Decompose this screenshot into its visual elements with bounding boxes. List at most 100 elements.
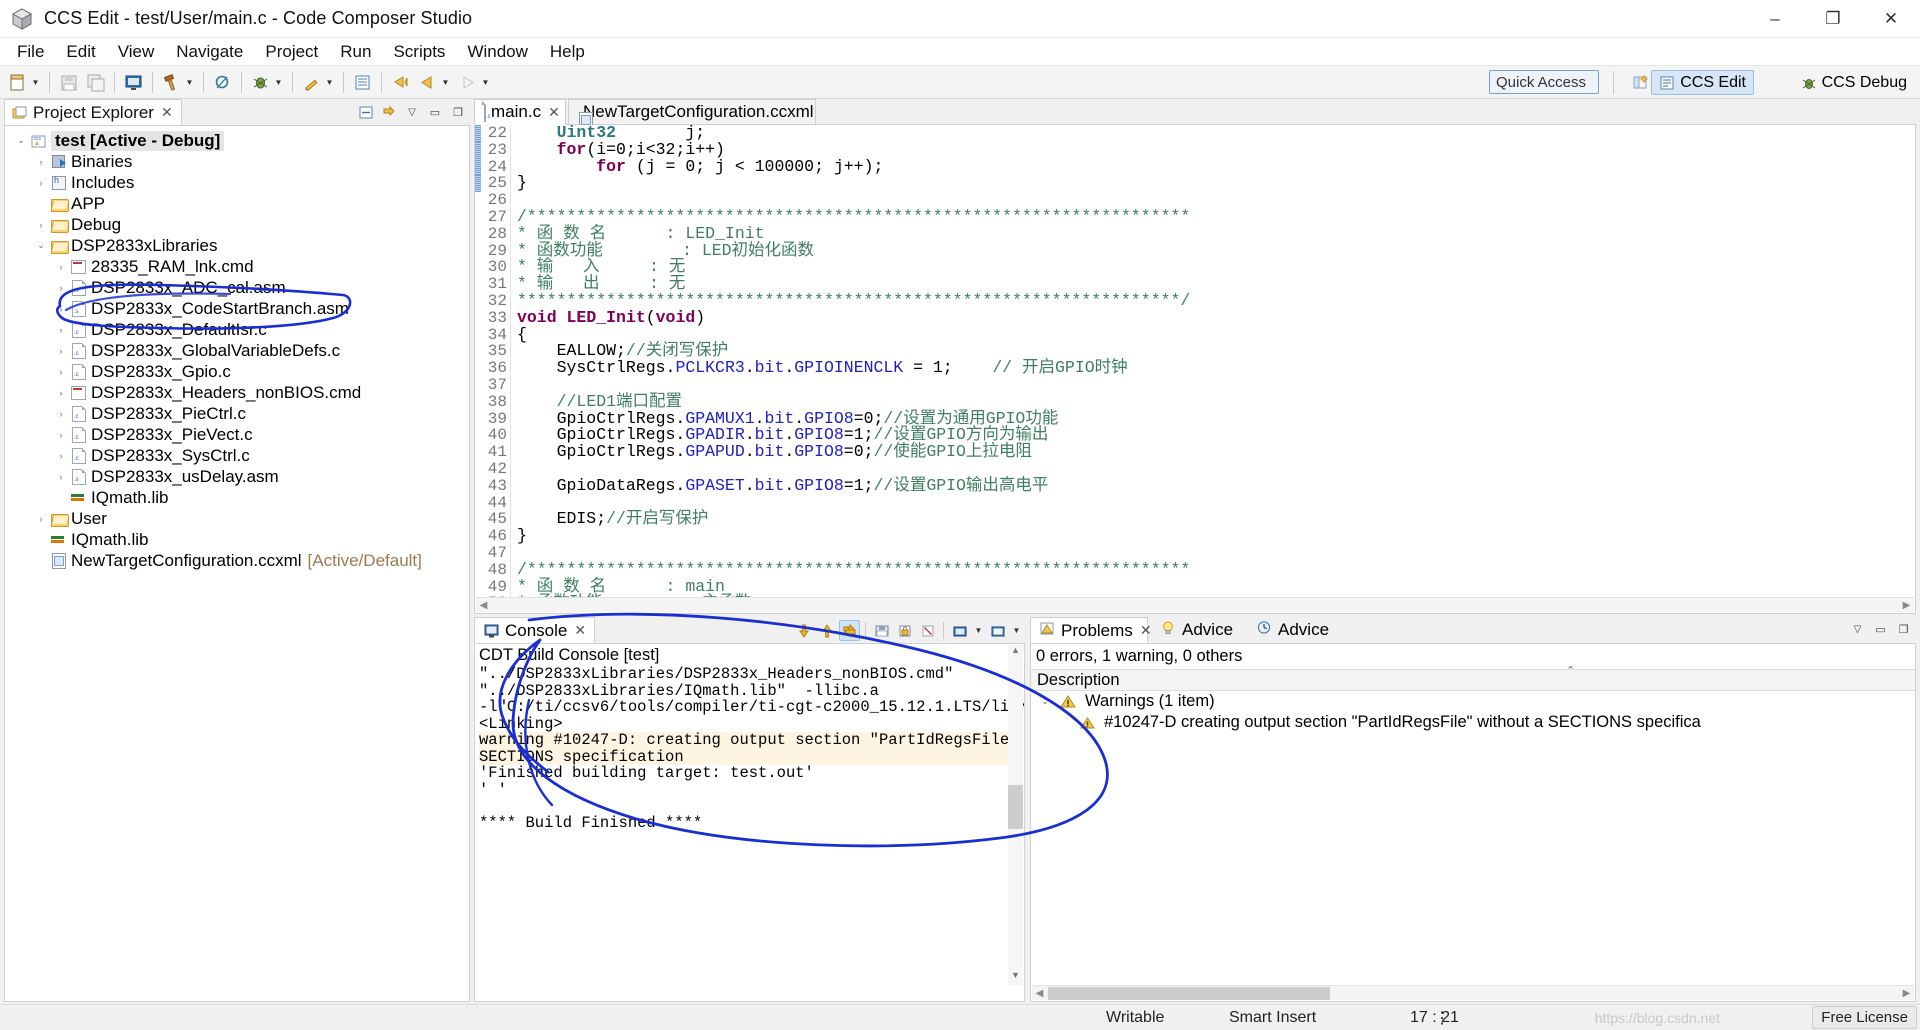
tree-item-dsp2833x-defaultisr-c[interactable]: › .c DSP2833x_DefaultIsr.c xyxy=(5,319,469,340)
code-line[interactable]: 37 xyxy=(475,377,1915,394)
chevron-down-icon[interactable]: ▼ xyxy=(439,71,452,94)
editor-tab-newtargetconfiguration-ccxml[interactable]: NewTargetConfiguration.ccxml xyxy=(568,99,816,125)
close-icon[interactable]: ✕ xyxy=(574,622,586,639)
search-button[interactable] xyxy=(209,69,236,96)
chevron-right-icon[interactable]: › xyxy=(53,409,69,419)
menu-run[interactable]: Run xyxy=(329,39,382,65)
collapse-all-icon[interactable] xyxy=(356,102,376,122)
forward-button[interactable]: ▼ xyxy=(454,69,494,96)
problems-tab-advice[interactable]: Advice xyxy=(1248,617,1340,643)
code-line[interactable]: 46} xyxy=(475,527,1915,545)
tree-item-binaries[interactable]: › Binaries xyxy=(5,151,469,172)
chevron-down-icon[interactable]: ▼ xyxy=(479,71,492,94)
close-icon[interactable]: ✕ xyxy=(1140,622,1152,639)
scroll-left-icon[interactable]: ◀ xyxy=(1032,988,1047,999)
perspective-ccs-edit[interactable]: CCS Edit xyxy=(1651,70,1754,95)
tree-item-newtargetconfiguration-ccxml[interactable]: NewTargetConfiguration.ccxml [Active/Defa… xyxy=(5,550,469,571)
maximize-icon[interactable]: ❐ xyxy=(448,102,468,122)
save-console-icon[interactable] xyxy=(871,620,892,641)
minimize-button[interactable]: – xyxy=(1746,0,1804,38)
chevron-right-icon[interactable]: › xyxy=(53,472,69,482)
chevron-down-icon[interactable]: ⌄ xyxy=(13,135,29,146)
problems-tab-problems[interactable]: Problems ✕ xyxy=(1030,617,1152,643)
menu-window[interactable]: Window xyxy=(456,39,538,65)
code-line[interactable]: 30 * 输 入 : 无 xyxy=(475,258,1915,277)
problems-body[interactable]: 0 errors, 1 warning, 0 others Descriptio… xyxy=(1030,643,1916,1002)
chevron-right-icon[interactable]: › xyxy=(53,451,69,461)
display-selected-console-icon[interactable] xyxy=(949,620,970,641)
tree-item-iqmath-lib[interactable]: IQmath.lib xyxy=(5,487,469,508)
next-annotation-button[interactable] xyxy=(387,69,414,96)
maximize-icon[interactable]: ❐ xyxy=(1893,619,1914,640)
chevron-right-icon[interactable]: › xyxy=(53,367,69,377)
menu-project[interactable]: Project xyxy=(254,39,329,65)
scroll-left-icon[interactable]: ◀ xyxy=(476,600,491,611)
code-line[interactable]: 33 void LED_Init(void) xyxy=(475,309,1915,327)
chevron-right-icon[interactable]: › xyxy=(53,430,69,440)
debug-button[interactable]: ▼ xyxy=(247,69,287,96)
link-editor-icon[interactable] xyxy=(379,102,399,122)
chevron-right-icon[interactable]: › xyxy=(53,262,69,272)
source-code[interactable]: 22 Uint32 j; 23 for(i=0;i<32;i++) 24 for (… xyxy=(475,125,1915,613)
chevron-right-icon[interactable]: › xyxy=(33,157,49,167)
chevron-down-icon[interactable]: ▼ xyxy=(183,71,196,94)
editor-body[interactable]: 22 Uint32 j; 23 for(i=0;i<32;i++) 24 for (… xyxy=(474,125,1916,614)
chevron-down-icon[interactable]: ⌄ xyxy=(33,240,49,251)
tree-item-test-active-debug[interactable]: ⌄ ccs test [Active - Debug] xyxy=(5,130,469,151)
chevron-right-icon[interactable]: › xyxy=(53,325,69,335)
menu-file[interactable]: File xyxy=(6,39,55,65)
chevron-down-icon[interactable]: ▼ xyxy=(1010,619,1023,642)
menu-navigate[interactable]: Navigate xyxy=(165,39,254,65)
code-line[interactable]: 45 EDIS;//开启写保护 xyxy=(475,510,1915,529)
chevron-right-icon[interactable]: › xyxy=(53,304,69,314)
minimize-icon[interactable]: ▭ xyxy=(1870,619,1891,640)
chevron-right-icon[interactable]: › xyxy=(33,220,49,230)
chevron-right-icon[interactable]: › xyxy=(33,514,49,524)
tree-item-dsp2833x-globalvariabledefs-c[interactable]: › .c DSP2833x_GlobalVariableDefs.c xyxy=(5,340,469,361)
tree-item-iqmath-lib[interactable]: IQmath.lib xyxy=(5,529,469,550)
pin-console-icon[interactable] xyxy=(894,620,915,641)
quick-access-field[interactable]: Quick Access xyxy=(1489,70,1599,94)
tree-item-dsp2833x-codestartbranch-asm[interactable]: › .s DSP2833x_CodeStartBranch.asm xyxy=(5,298,469,319)
tree-item-user[interactable]: › User xyxy=(5,508,469,529)
code-line[interactable]: 36 SysCtrlRegs.PCLKCR3.bit.GPIOINENCLK =… xyxy=(475,359,1915,377)
view-menu-icon[interactable]: ▽ xyxy=(402,102,422,122)
chevron-right-icon[interactable]: › xyxy=(33,178,49,188)
tab-console[interactable]: Console ✕ xyxy=(474,617,596,643)
tree-item-debug[interactable]: › Debug xyxy=(5,214,469,235)
license-badge[interactable]: Free License xyxy=(1812,1006,1917,1029)
tree-item-dsp2833x-gpio-c[interactable]: › .c DSP2833x_Gpio.c xyxy=(5,361,469,382)
tree-item-dsp2833x-usdelay-asm[interactable]: › .s DSP2833x_usDelay.asm xyxy=(5,466,469,487)
code-line[interactable]: 25} xyxy=(475,175,1915,193)
new-file-button[interactable]: ▼ xyxy=(4,69,44,96)
chevron-down-icon[interactable]: ▼ xyxy=(972,619,985,642)
chevron-down-icon[interactable]: ▼ xyxy=(323,71,336,94)
menu-view[interactable]: View xyxy=(107,39,166,65)
scroll-down-icon[interactable]: ▼ xyxy=(1008,970,1023,985)
scroll-right-icon[interactable]: ▶ xyxy=(1899,988,1914,999)
outline-button[interactable] xyxy=(349,69,376,96)
tree-item-app[interactable]: APP xyxy=(5,193,469,214)
problems-horizontal-scrollbar[interactable]: ◀ ▶ xyxy=(1032,985,1914,1000)
editor-horizontal-scrollbar[interactable]: ◀ ▶ xyxy=(476,597,1914,612)
code-line[interactable]: 43 GpioDataRegs.GPASET.bit.GPIO8=1;//设置G… xyxy=(475,477,1915,495)
console-button[interactable] xyxy=(120,69,147,96)
close-icon[interactable]: ✕ xyxy=(548,104,560,121)
open-console-icon[interactable] xyxy=(987,620,1008,641)
tree-item-dsp2833x-adc-cal-asm[interactable]: › .s DSP2833x_ADC_cal.asm xyxy=(5,277,469,298)
scroll-lock-icon[interactable] xyxy=(839,620,860,641)
problems-row[interactable]: #10247-D creating output section "PartId… xyxy=(1031,712,1915,733)
chevron-right-icon[interactable]: › xyxy=(53,283,69,293)
problems-row[interactable]: ⌄ Warnings (1 item) xyxy=(1031,691,1915,712)
code-line[interactable]: 41 GpioCtrlRegs.GPAPUD.bit.GPIO8=0;//使能G… xyxy=(475,443,1915,461)
console-output[interactable]: "../DSP2833xLibraries/DSP2833x_Headers_n… xyxy=(475,666,1024,833)
tree-item-dsp2833x-sysctrl-c[interactable]: › .c DSP2833x_SysCtrl.c xyxy=(5,445,469,466)
perspective-ccs-debug[interactable]: CCS Debug xyxy=(1794,70,1914,95)
chevron-right-icon[interactable]: › xyxy=(53,346,69,356)
problems-column-header[interactable]: Description ⌃ xyxy=(1031,665,1915,691)
editor-tab-main-c[interactable]: .c main.c ✕ xyxy=(474,99,566,125)
menu-scripts[interactable]: Scripts xyxy=(382,39,456,65)
close-button[interactable]: ✕ xyxy=(1862,0,1920,38)
build-button[interactable]: ▼ xyxy=(158,69,198,96)
code-line[interactable]: 29 * 函数功能 : LED初始化函数 xyxy=(475,242,1915,260)
